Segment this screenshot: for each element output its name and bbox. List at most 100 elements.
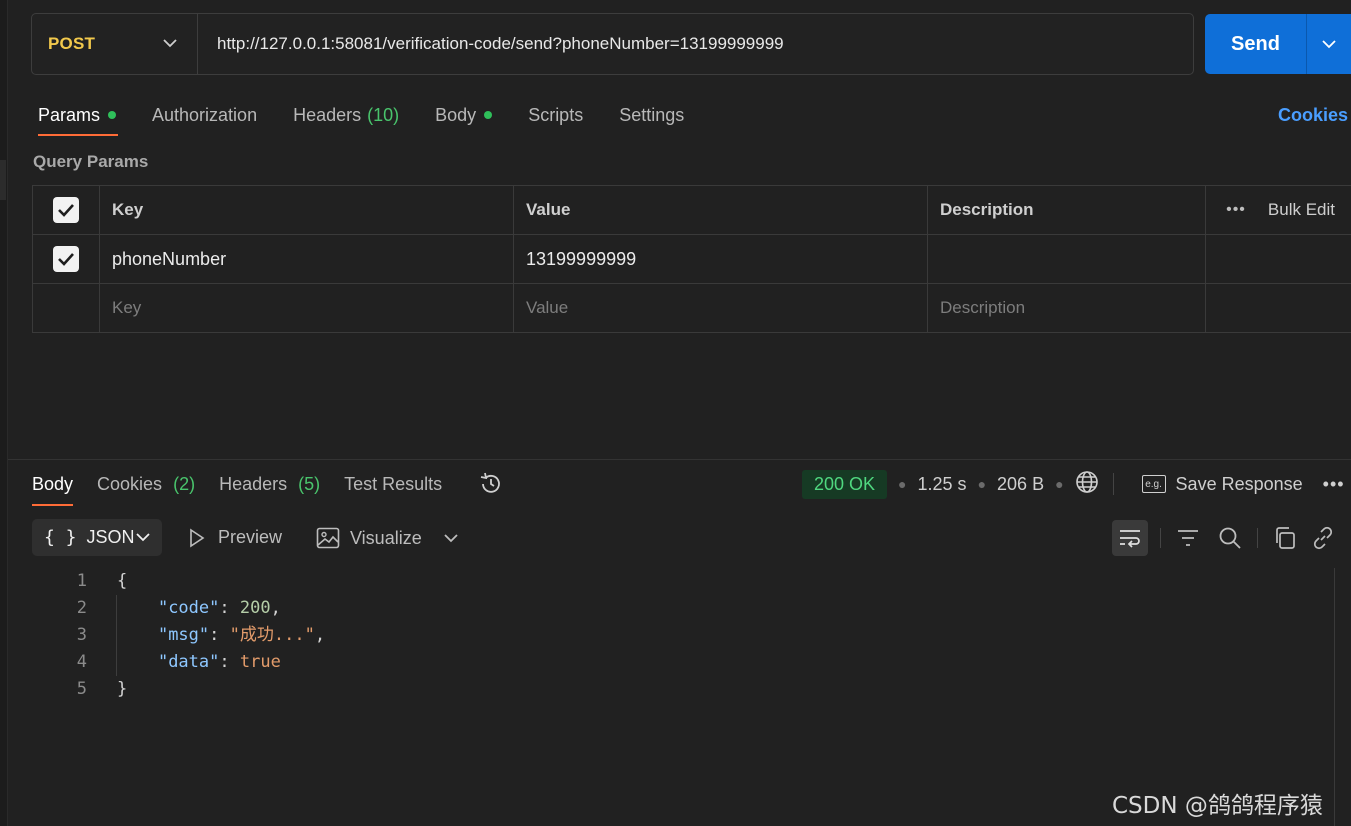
wrap-lines-button[interactable] — [1112, 519, 1148, 556]
query-params-title: Query Params — [33, 152, 149, 171]
response-divider[interactable] — [8, 459, 1351, 460]
tool-separator — [1160, 527, 1161, 548]
save-response-label: Save Response — [1175, 473, 1303, 494]
play-icon — [188, 528, 206, 548]
visualize-button[interactable]: Visualize — [316, 527, 458, 549]
send-button[interactable]: Send — [1205, 14, 1351, 74]
status-badge[interactable]: 200 OK — [802, 469, 888, 499]
new-value-field[interactable]: Value — [514, 284, 928, 332]
history-icon[interactable] — [478, 472, 504, 496]
method-select[interactable]: POST — [32, 14, 198, 74]
tab-headers-label: Headers — [293, 104, 362, 125]
tab-scripts[interactable]: Scripts — [528, 98, 583, 128]
code-text: "code": 200, — [157, 598, 281, 618]
json-key: "data" — [157, 652, 220, 672]
tab-authorization[interactable]: Authorization — [152, 98, 257, 128]
indent-guide — [116, 595, 117, 676]
meta-separator: ● — [977, 476, 987, 492]
visualize-label: Visualize — [350, 527, 422, 548]
row-check-cell — [33, 235, 100, 283]
row-extra-cell — [1206, 235, 1351, 283]
rail-marker — [0, 160, 6, 200]
chevron-down-icon — [163, 35, 177, 53]
tab-params-label: Params — [38, 104, 101, 125]
format-label: JSON — [86, 527, 135, 547]
bulk-edit-button[interactable]: Bulk Edit — [1268, 200, 1335, 220]
empty-check-cell — [33, 284, 100, 332]
response-size[interactable]: 206 B — [997, 474, 1044, 495]
response-body-code[interactable]: 1 { 2 "code": 200, 3 "msg": "成功...", 4 "… — [60, 568, 325, 703]
globe-icon[interactable] — [1075, 470, 1099, 499]
line-number: 4 — [76, 652, 87, 672]
json-key: "code" — [157, 598, 220, 618]
select-all-checkbox[interactable] — [53, 197, 79, 223]
line-number: 1 — [76, 571, 87, 591]
response-tab-cookies-label: Cookies — [97, 473, 163, 494]
meta-divider — [1112, 473, 1114, 495]
tab-params[interactable]: Params — [38, 98, 119, 136]
response-time[interactable]: 1.25 s — [918, 474, 967, 495]
image-icon — [316, 527, 340, 549]
response-tab-cookies[interactable]: Cookies (2) — [97, 474, 195, 495]
response-tab-headers[interactable]: Headers (5) — [219, 474, 320, 495]
copy-icon[interactable] — [1270, 526, 1300, 550]
response-tab-test-results-label: Test Results — [344, 473, 443, 494]
param-description-field[interactable] — [928, 235, 1206, 283]
code-scrollbar[interactable] — [1334, 568, 1335, 826]
url-input[interactable]: http://127.0.0.1:58081/verification-code… — [198, 34, 784, 54]
new-key-field[interactable]: Key — [100, 284, 514, 332]
bulk-edit-cell: ••• Bulk Edit — [1206, 186, 1351, 234]
left-rail — [0, 0, 8, 826]
wrap-icon — [1118, 528, 1142, 548]
tab-authorization-label: Authorization — [152, 104, 258, 125]
save-response-button[interactable]: e.g. Save Response — [1141, 473, 1303, 495]
tab-body[interactable]: Body — [435, 98, 493, 128]
more-options-icon[interactable]: ••• — [1226, 201, 1246, 219]
tool-separator — [1257, 527, 1258, 548]
tab-scripts-label: Scripts — [528, 104, 584, 125]
tab-headers[interactable]: Headers (10) — [293, 98, 399, 128]
tab-headers-count: (10) — [367, 104, 400, 125]
new-description-field[interactable]: Description — [928, 284, 1206, 332]
chevron-down-icon[interactable] — [444, 533, 458, 543]
meta-separator: ● — [1055, 476, 1064, 492]
table-row: phoneNumber 13199999999 — [33, 235, 1351, 284]
meta-separator: ● — [898, 476, 907, 492]
more-options-icon[interactable]: ••• — [1323, 474, 1345, 495]
json-boolean: true — [239, 652, 281, 672]
param-key-field[interactable]: phoneNumber — [100, 235, 514, 283]
response-tab-cookies-count: (2) — [173, 473, 196, 494]
response-tab-body[interactable]: Body — [32, 473, 74, 506]
column-header-key: Key — [100, 186, 514, 234]
code-text: "msg": "成功...", — [157, 625, 326, 645]
format-select[interactable]: { } JSON — [32, 519, 162, 556]
line-number: 2 — [76, 598, 87, 618]
column-header-description: Description — [928, 186, 1206, 234]
code-line: 4 "data": true — [60, 649, 325, 676]
preview-button[interactable]: Preview — [188, 527, 282, 548]
select-all-cell — [33, 186, 100, 234]
response-tools — [1112, 519, 1338, 556]
response-tab-test-results[interactable]: Test Results — [344, 474, 442, 495]
code-text: } — [117, 679, 128, 699]
example-icon: e.g. — [1141, 475, 1166, 493]
code-line: 3 "msg": "成功...", — [60, 622, 325, 649]
json-braces-icon: { } — [44, 527, 77, 548]
tab-settings[interactable]: Settings — [619, 98, 684, 128]
filter-icon[interactable] — [1173, 528, 1203, 548]
search-icon[interactable] — [1215, 526, 1245, 550]
response-tab-body-label: Body — [32, 473, 74, 494]
send-options-chevron-icon[interactable] — [1307, 39, 1351, 49]
row-checkbox[interactable] — [53, 246, 79, 272]
param-value-field[interactable]: 13199999999 — [514, 235, 928, 283]
method-label: POST — [48, 34, 96, 53]
chevron-down-icon — [136, 533, 150, 542]
preview-label: Preview — [218, 527, 283, 547]
response-meta: 200 OK ● 1.25 s ● 206 B ● e.g. Save Resp… — [802, 469, 1345, 499]
code-line: 5 } — [60, 676, 325, 703]
json-key: "msg" — [157, 625, 210, 645]
cookies-link[interactable]: Cookies — [1278, 105, 1348, 126]
link-icon[interactable] — [1308, 526, 1338, 550]
response-tab-headers-label: Headers — [219, 473, 288, 494]
body-indicator-dot — [484, 111, 493, 119]
